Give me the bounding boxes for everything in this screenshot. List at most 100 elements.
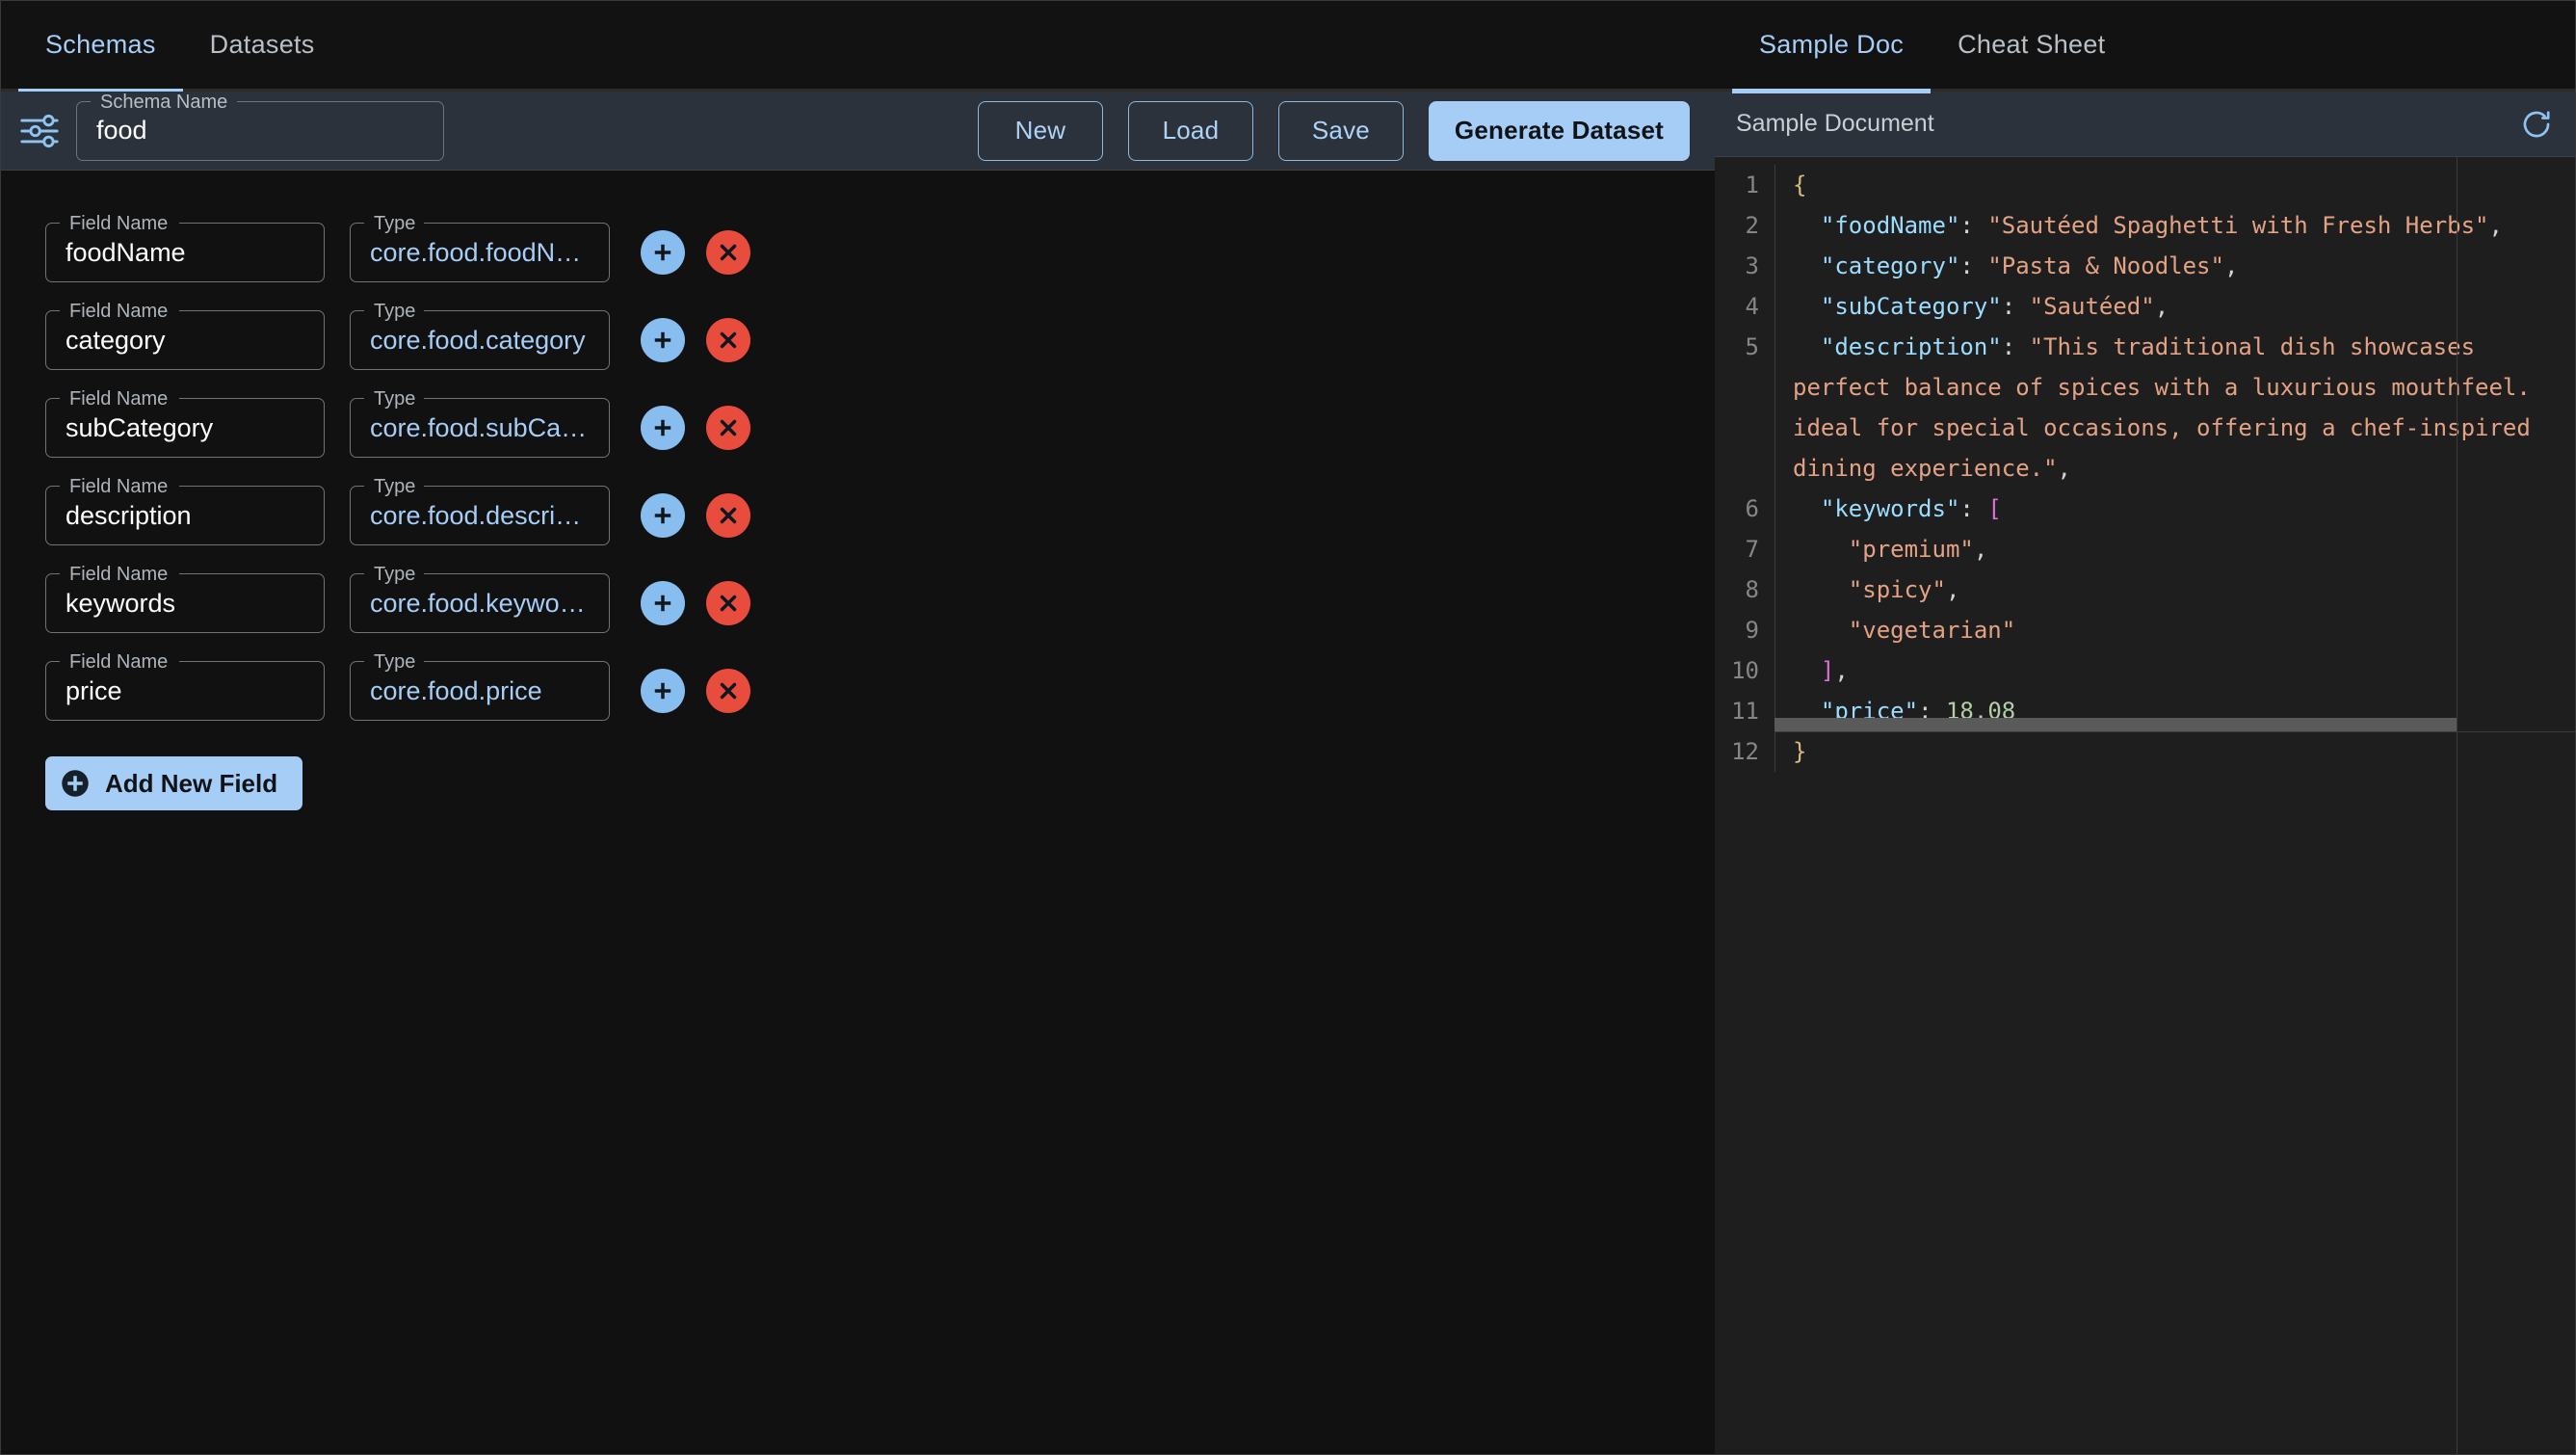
field-name-outline: Field Name xyxy=(45,651,325,721)
field-name-outline: Field Name xyxy=(45,564,325,633)
field-type-field[interactable]: Type xyxy=(350,213,610,282)
add-field-button[interactable] xyxy=(641,669,685,713)
add-field-button[interactable] xyxy=(641,230,685,275)
code-line: } xyxy=(1793,738,1807,765)
field-name-label: Field Name xyxy=(69,213,169,234)
field-name-label: Field Name xyxy=(69,476,169,497)
code-line: "vegetarian" xyxy=(1848,617,2016,644)
left-tabbar: Schemas Datasets xyxy=(1,1,1715,93)
tab-cheat-sheet[interactable]: Cheat Sheet xyxy=(1931,1,2132,91)
field-name-field[interactable]: Field Name xyxy=(45,388,325,458)
scrollbar-thumb[interactable] xyxy=(1774,718,2457,731)
field-name-notch xyxy=(60,397,179,401)
field-name-field[interactable]: Field Name xyxy=(45,301,325,370)
save-button[interactable]: Save xyxy=(1277,100,1404,161)
line-number: 5 xyxy=(1745,333,1759,360)
load-button[interactable]: Load xyxy=(1127,100,1253,161)
schema-editor-pane: Schemas Datasets Schema Name food New Lo… xyxy=(0,0,1715,1455)
line-number: 10 xyxy=(1731,657,1759,684)
field-name-field[interactable]: Field Name xyxy=(45,651,325,721)
close-icon xyxy=(720,419,737,436)
delete-field-button[interactable] xyxy=(706,581,750,625)
field-name-input[interactable] xyxy=(46,237,324,268)
field-name-label: Field Name xyxy=(69,651,169,673)
close-icon xyxy=(720,507,737,524)
add-field-button[interactable] xyxy=(641,406,685,450)
plus-icon xyxy=(654,682,671,700)
schema-name-input[interactable] xyxy=(77,116,443,146)
app-root: Schemas Datasets Schema Name food New Lo… xyxy=(0,0,2576,1455)
close-icon xyxy=(720,595,737,612)
field-name-notch xyxy=(60,222,179,225)
schema-name-field[interactable]: Schema Name xyxy=(76,92,444,161)
field-name-field[interactable]: Field Name xyxy=(45,213,325,282)
add-field-button[interactable] xyxy=(641,318,685,362)
field-type-outline: Type xyxy=(350,564,610,633)
close-icon xyxy=(720,244,737,261)
code-line: { xyxy=(1793,172,1807,198)
line-number: 7 xyxy=(1745,536,1759,563)
tab-sample-doc[interactable]: Sample Doc xyxy=(1732,1,1932,93)
field-name-outline: Field Name xyxy=(45,213,325,282)
delete-field-button[interactable] xyxy=(706,230,750,275)
sliders-icon[interactable] xyxy=(13,104,66,158)
field-type-field[interactable]: Type xyxy=(350,564,610,633)
field-name-label: Field Name xyxy=(69,301,169,322)
field-type-input[interactable] xyxy=(351,588,609,619)
field-name-input[interactable] xyxy=(46,588,324,619)
field-type-input[interactable] xyxy=(351,412,609,443)
plus-icon xyxy=(654,595,671,612)
new-button[interactable]: New xyxy=(977,100,1103,161)
field-name-input[interactable] xyxy=(46,675,324,706)
field-name-field[interactable]: Field Name xyxy=(45,476,325,545)
field-type-input[interactable] xyxy=(351,500,609,531)
editor-bottom-rule xyxy=(1774,731,2575,732)
schema-name-label: Schema Name xyxy=(100,91,228,113)
horizontal-scrollbar[interactable] xyxy=(1774,718,2565,731)
field-name-notch xyxy=(60,572,179,576)
code-content[interactable]: { "foodName": "Sautéed Spaghetti with Fr… xyxy=(1774,165,2575,772)
field-type-input[interactable] xyxy=(351,237,609,268)
field-name-notch xyxy=(60,485,179,489)
delete-field-button[interactable] xyxy=(706,493,750,538)
field-type-input[interactable] xyxy=(351,325,609,356)
plus-icon xyxy=(654,331,671,349)
line-number: 4 xyxy=(1745,293,1759,320)
close-icon xyxy=(720,331,737,349)
tab-cheat-sheet-label: Cheat Sheet xyxy=(1958,30,2106,59)
line-number-gutter: 1 2 3 4 5 6 7 8 9 10 11 12 xyxy=(1715,165,1774,772)
code-line: "spicy", xyxy=(1848,576,1960,603)
field-type-input[interactable] xyxy=(351,675,609,706)
field-name-input[interactable] xyxy=(46,325,324,356)
field-type-field[interactable]: Type xyxy=(350,301,610,370)
line-number: 9 xyxy=(1745,617,1759,644)
generate-dataset-button[interactable]: Generate Dataset xyxy=(1428,100,1690,161)
field-type-field[interactable]: Type xyxy=(350,476,610,545)
add-new-field-button[interactable]: Add New Field xyxy=(45,756,303,810)
add-field-button[interactable] xyxy=(641,581,685,625)
field-name-notch xyxy=(60,660,179,664)
field-type-notch xyxy=(364,485,424,489)
field-name-label: Field Name xyxy=(69,564,169,585)
add-field-button[interactable] xyxy=(641,493,685,538)
plus-icon xyxy=(654,419,671,436)
field-type-field[interactable]: Type xyxy=(350,651,610,721)
tab-datasets-label: Datasets xyxy=(209,30,315,59)
delete-field-button[interactable] xyxy=(706,318,750,362)
field-row: Field Name Type xyxy=(1,209,1715,296)
tab-datasets[interactable]: Datasets xyxy=(183,1,342,91)
field-type-field[interactable]: Type xyxy=(350,388,610,458)
tab-schemas[interactable]: Schemas xyxy=(18,1,183,93)
line-number: 1 xyxy=(1745,172,1759,198)
field-name-field[interactable]: Field Name xyxy=(45,564,325,633)
code-block: 1 2 3 4 5 6 7 8 9 10 11 12 { "foodName": "Sautéed S… xyxy=(1715,157,2575,772)
line-number: 3 xyxy=(1745,252,1759,279)
delete-field-button[interactable] xyxy=(706,406,750,450)
refresh-icon[interactable] xyxy=(2517,105,2556,144)
delete-field-button[interactable] xyxy=(706,669,750,713)
field-type-label: Type xyxy=(374,651,416,673)
code-line: ], xyxy=(1820,657,1849,684)
field-name-input[interactable] xyxy=(46,412,324,443)
json-editor[interactable]: 1 2 3 4 5 6 7 8 9 10 11 12 { "foodName": "Sautéed S… xyxy=(1715,157,2575,1454)
field-name-input[interactable] xyxy=(46,500,324,531)
